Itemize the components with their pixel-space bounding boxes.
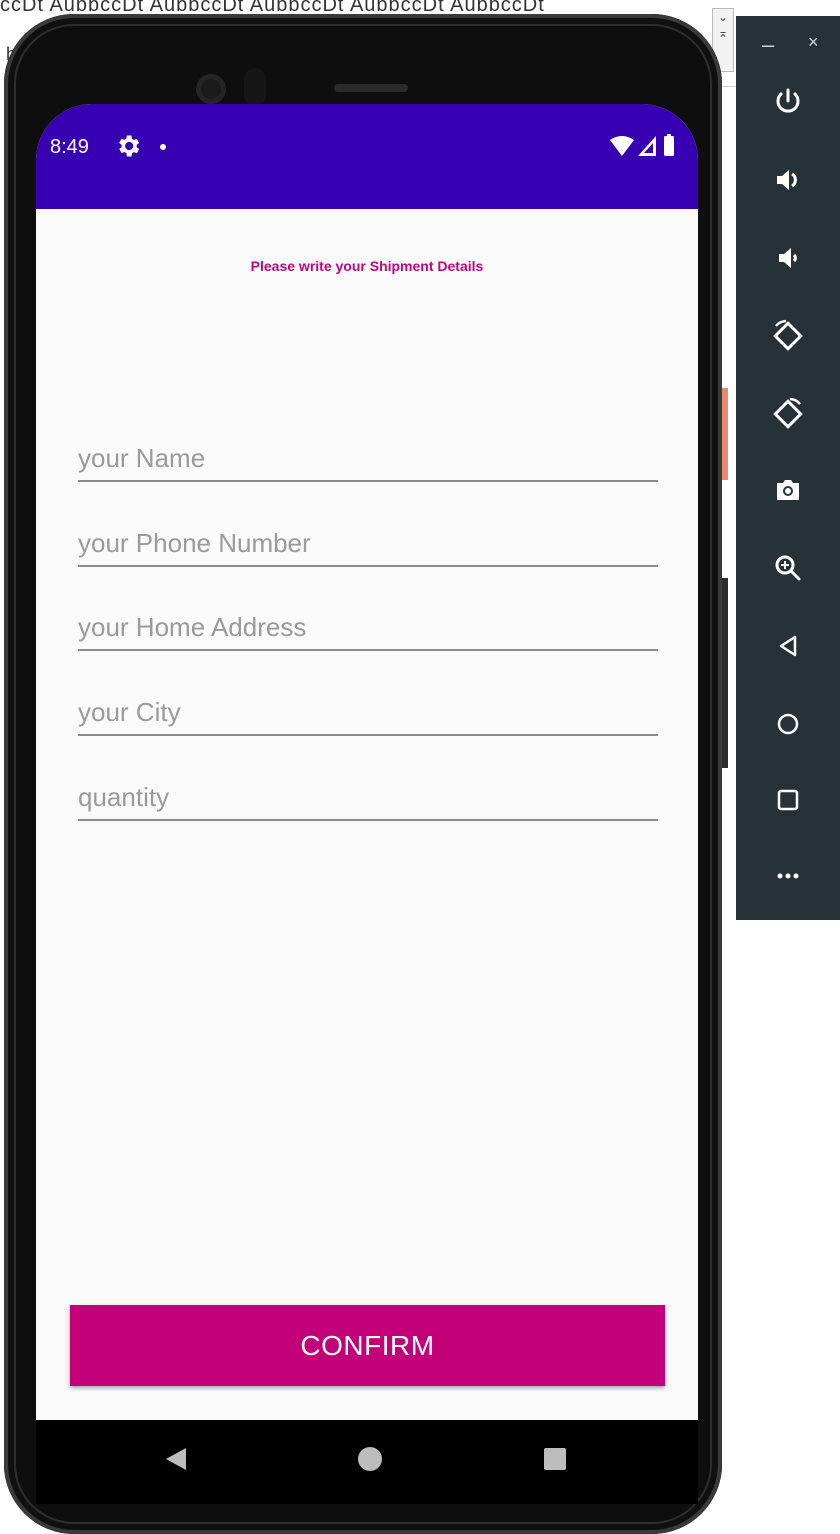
app-screen: 8:49 Please write your Shipment Details … [36, 104, 698, 1504]
battery-icon [664, 136, 674, 156]
phone-field[interactable] [78, 525, 658, 567]
name-field[interactable] [78, 440, 658, 482]
phone-side-button [722, 578, 728, 768]
minimize-button[interactable]: – [762, 32, 774, 58]
volume-up-icon[interactable] [770, 162, 806, 198]
camera-icon[interactable] [770, 472, 806, 508]
home-icon[interactable] [770, 706, 806, 742]
emulator-toolbar: – × [736, 16, 840, 920]
toolbar-window-controls: – × [736, 32, 840, 58]
earpiece-speaker [334, 84, 408, 92]
rotate-left-icon[interactable] [770, 318, 806, 354]
system-status-icons [610, 134, 674, 156]
chevron-down-icon[interactable]: ⌄ [713, 9, 733, 25]
back-icon[interactable] [770, 628, 806, 664]
more-icon[interactable] [770, 858, 806, 894]
proximity-sensor [244, 68, 266, 106]
close-button[interactable]: × [808, 32, 819, 53]
wifi-icon [610, 136, 634, 156]
zoom-icon[interactable] [770, 550, 806, 586]
notification-dot-icon [160, 144, 166, 150]
gear-icon [119, 135, 140, 157]
status-time: 8:49 [50, 136, 89, 158]
volume-down-icon[interactable] [770, 240, 806, 276]
overview-icon[interactable] [770, 782, 806, 818]
back-triangle-icon[interactable] [166, 1448, 186, 1470]
rotate-right-icon[interactable] [770, 396, 806, 432]
front-camera [196, 74, 226, 104]
power-icon[interactable] [770, 84, 806, 120]
chevron-more-icon[interactable]: ⌅ [713, 25, 733, 41]
address-field[interactable] [78, 609, 658, 651]
home-circle-icon[interactable] [358, 1447, 382, 1471]
host-side-accent [722, 388, 728, 480]
page-title: Please write your Shipment Details [250, 258, 484, 274]
navigation-bar [36, 1420, 698, 1504]
quantity-field[interactable] [78, 779, 658, 821]
city-field[interactable] [78, 694, 658, 736]
confirm-button[interactable]: CONFIRM [70, 1305, 665, 1386]
status-bar: 8:49 [36, 104, 698, 209]
recents-square-icon[interactable] [544, 1448, 566, 1470]
